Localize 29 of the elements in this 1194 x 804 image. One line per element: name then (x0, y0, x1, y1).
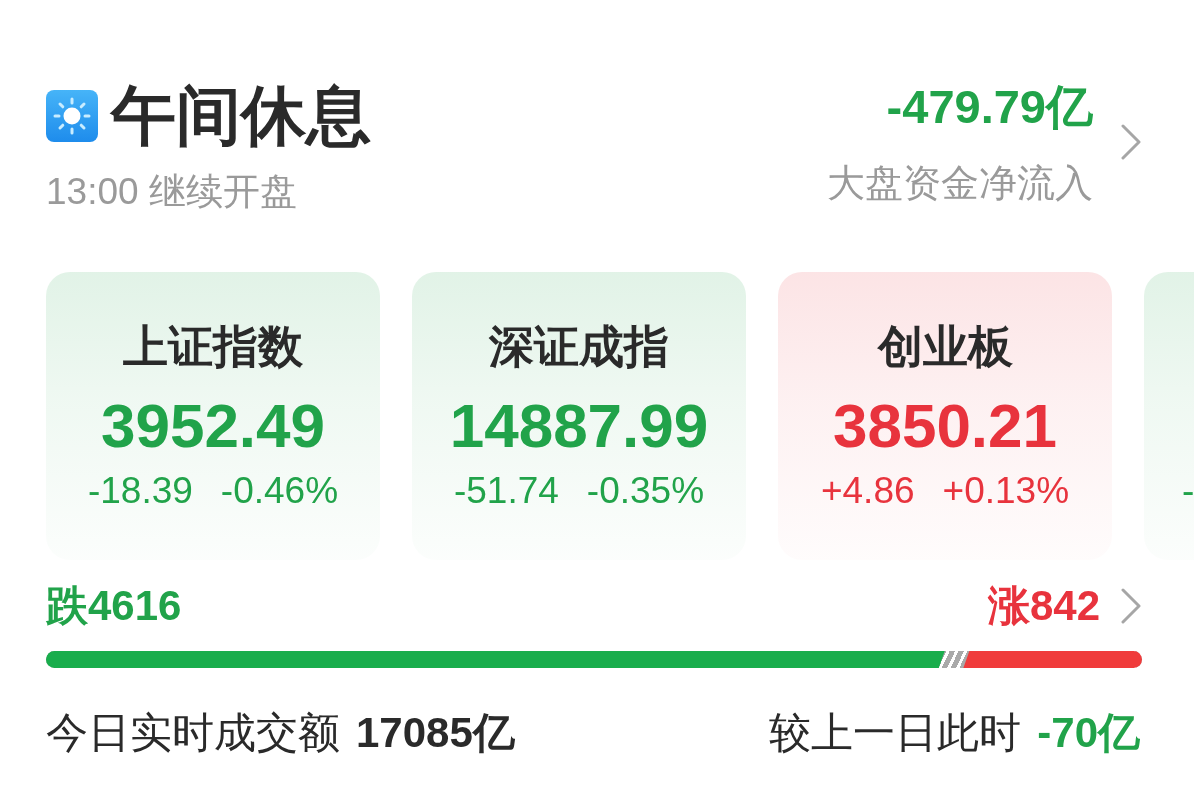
index-name: 深证成指 (489, 322, 669, 372)
turnover-label: 今日实时成交额 (46, 709, 340, 757)
advancers-count: 涨842 (987, 582, 1100, 630)
index-name: 创业板 (877, 322, 1013, 372)
index-value: 14887.99 (449, 391, 709, 461)
index-change: - (1182, 471, 1194, 511)
turnover-value: 17085亿 (356, 709, 515, 757)
comparison-label: 较上一日此时 (769, 709, 1022, 757)
index-value: 3850.21 (832, 391, 1058, 461)
status-title: 午间休息 (111, 78, 371, 154)
resume-time-text: 13:00 继续开盘 (46, 170, 298, 214)
net-inflow-value: -479.79亿 (886, 81, 1093, 133)
chevron-right-icon[interactable] (1120, 123, 1142, 160)
index-card[interactable]: 深证成指 14887.99 -51.74 -0.35% (412, 272, 746, 560)
index-change-percent: -0.35% (586, 471, 705, 511)
sun-icon (46, 90, 98, 142)
index-change: +4.86 (820, 471, 915, 511)
index-change: -18.39 (87, 471, 193, 511)
chevron-right-icon[interactable] (1120, 588, 1142, 624)
comparison-value: -70亿 (1037, 709, 1140, 757)
index-name: 上证指数 (123, 322, 303, 372)
index-card[interactable]: 上证指数 3952.49 -18.39 -0.46% (46, 272, 380, 560)
index-change-percent: -0.46% (220, 471, 339, 511)
net-inflow-label: 大盘资金净流入 (827, 161, 1093, 205)
index-card[interactable]: 创业板 3850.21 +4.86 +0.13% (778, 272, 1112, 560)
index-change-percent: +0.13% (942, 471, 1070, 511)
index-value: 3952.49 (100, 391, 326, 461)
index-change: -51.74 (453, 471, 559, 511)
decliners-count: 跌4616 (46, 582, 182, 630)
